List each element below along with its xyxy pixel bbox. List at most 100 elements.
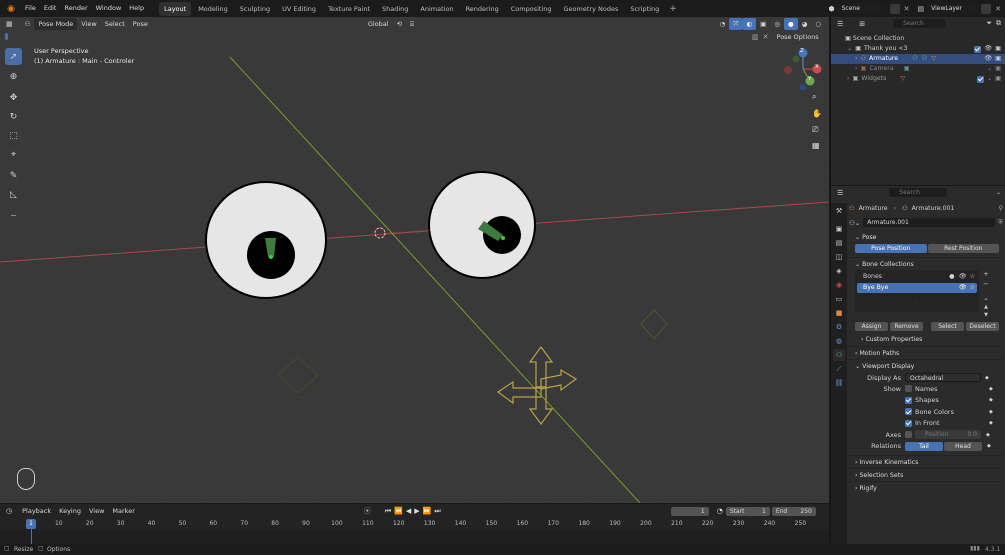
select-invert-icon[interactable] — [17, 33, 21, 40]
filter-icon[interactable]: ⏷ — [986, 19, 992, 28]
timeline-editor-icon[interactable]: ◷ — [6, 507, 12, 515]
overlay-toggle-icon[interactable]: ◐ — [742, 17, 757, 30]
tab-geometry-nodes[interactable]: Geometry Nodes — [559, 2, 624, 16]
scene-close-icon[interactable]: ✕ — [904, 5, 910, 13]
data-block-name-field[interactable]: Armature.001 — [863, 218, 996, 227]
visibility-eye-icon[interactable]: 👁 — [959, 272, 967, 282]
record-icon[interactable]: ⦿ — [364, 506, 371, 516]
annotate-tool-icon[interactable]: ✎ — [5, 167, 22, 184]
camera-view-icon[interactable]: ⎚ — [812, 125, 818, 135]
select-box-tool-icon[interactable]: ➚ — [5, 48, 22, 65]
scene-copy-icon[interactable] — [889, 3, 900, 14]
frame-ruler[interactable]: 1102030405060708090100110120130140150160… — [0, 519, 829, 530]
modifier-tab-icon[interactable]: ⚙ — [833, 321, 845, 333]
list-item[interactable]: Bye Bye 👁 ☆ — [857, 283, 977, 293]
select-extend-icon[interactable] — [9, 33, 13, 40]
menu-playback[interactable]: Playback — [18, 505, 55, 517]
pose-section-header[interactable]: ⌄ Pose — [849, 231, 1003, 244]
move-tool-icon[interactable]: ✥ — [5, 89, 22, 106]
visibility-eye-icon[interactable]: ⌄ — [987, 64, 992, 74]
exclude-checkbox[interactable] — [974, 45, 982, 53]
outliner-search[interactable]: Search — [893, 19, 946, 28]
keyframe-dot-icon[interactable]: ◆ — [989, 420, 993, 426]
render-tab-icon[interactable]: ▣ — [833, 223, 845, 235]
shading-solid-icon[interactable]: ● — [783, 17, 798, 30]
deselect-button[interactable]: Deselect — [966, 322, 999, 331]
properties-search[interactable]: Search — [889, 188, 948, 197]
collection-tab-icon[interactable]: ▭ — [833, 293, 845, 305]
motion-paths-section-header[interactable]: › Motion Paths — [849, 346, 1003, 359]
bone-tab-icon[interactable]: ⟋ — [833, 363, 845, 375]
cursor-tool-icon[interactable]: ⊕ — [5, 68, 22, 85]
list-item[interactable]: Bones ● 👁 ☆ — [857, 272, 977, 282]
properties-options-icon[interactable]: ⌄ — [996, 189, 1001, 196]
assign-button[interactable]: Assign — [855, 322, 888, 331]
bone-size-tool-icon[interactable]: ⌣ — [5, 207, 22, 224]
add-collection-icon[interactable]: + — [983, 270, 988, 278]
pivot-icon[interactable]: ⟲ — [393, 18, 406, 30]
tree-scene-collection[interactable]: ▣ Scene Collection — [831, 34, 1005, 44]
expand-icon[interactable]: › — [855, 54, 857, 64]
pan-hand-icon[interactable]: ✋ — [812, 109, 822, 118]
bone-collections-list[interactable]: Bones ● 👁 ☆ Bye Bye 👁 ☆ ∷ — [855, 270, 979, 312]
move-up-icon[interactable]: ▲ — [984, 304, 988, 310]
menu-marker[interactable]: Marker — [108, 505, 138, 517]
pin-icon[interactable]: ⚲ — [998, 205, 1003, 212]
tab-texture-paint[interactable]: Texture Paint — [323, 2, 375, 16]
timeline-body[interactable] — [0, 530, 829, 544]
relations-tail-button[interactable]: Tail — [905, 441, 943, 451]
pose-position-button[interactable]: Pose Position — [855, 244, 927, 253]
shading-rendered-icon[interactable]: ○ — [811, 18, 825, 30]
menu-render[interactable]: Render — [60, 0, 91, 17]
in-front-checkbox[interactable] — [905, 419, 912, 427]
view-layer-close-icon[interactable]: ✕ — [995, 5, 1001, 13]
measure-tool-icon[interactable]: ◺ — [5, 186, 22, 203]
render-camera-icon[interactable]: ▣ — [995, 44, 1001, 54]
menu-select[interactable]: Select — [101, 18, 129, 30]
tab-sculpting[interactable]: Sculpting — [235, 2, 275, 16]
menu-file[interactable]: File — [21, 0, 40, 17]
start-frame-field[interactable]: Start 1 — [725, 506, 770, 516]
playhead[interactable]: 1 — [26, 519, 36, 529]
xray-icon[interactable]: ▣ — [756, 18, 770, 30]
custom-properties-subsection[interactable]: › Custom Properties — [849, 333, 1003, 346]
armature-data-tab-icon[interactable]: ⚇ — [833, 349, 845, 361]
view-layer-copy-icon[interactable] — [981, 3, 992, 14]
area-divider-horizontal[interactable] — [831, 185, 1005, 186]
tab-compositing[interactable]: Compositing — [506, 2, 557, 16]
jump-start-icon[interactable]: ⏮ — [385, 507, 391, 516]
menu-timeline-view[interactable]: View — [85, 505, 108, 517]
properties-editor-icon[interactable]: ☰ — [837, 189, 843, 197]
bone-constraint-tab-icon[interactable]: ⛓ — [833, 377, 845, 389]
rigify-section-header[interactable]: › Rigify — [849, 481, 1003, 494]
render-camera-icon[interactable]: ▣ — [995, 74, 1001, 84]
tab-layout[interactable]: Layout — [159, 1, 192, 16]
keyframe-dot-icon[interactable]: ◆ — [985, 375, 989, 381]
axes-position-field[interactable]: Position 0.0 — [915, 430, 981, 440]
scene-field[interactable]: Scene — [837, 3, 886, 14]
axes-checkbox[interactable] — [905, 431, 912, 439]
properties-editor[interactable]: ☰ Search ⌄ ⚒ ▣ ▤ ◫ ◈ ◉ ▭ ■ ⚙ ◍ ⚇ ⟋ ⛓ ⚇ A… — [831, 186, 1005, 544]
solo-star-icon[interactable]: ☆ — [969, 283, 975, 293]
tree-camera[interactable]: › ▣ Camera ▣ ⌄ ▣ — [831, 64, 1005, 74]
play-reverse-icon[interactable]: ◀ — [406, 507, 411, 515]
snap-icon[interactable]: ⌸ — [406, 18, 418, 30]
orientation-dropdown[interactable]: Global — [364, 18, 393, 30]
bone-collections-section-header[interactable]: ⌄ Bone Collections — [849, 257, 1003, 270]
visibility-eye-icon[interactable]: 👁 — [984, 54, 992, 64]
editor-type-icon[interactable]: ▦ — [6, 20, 13, 28]
relations-head-button[interactable]: Head — [944, 441, 982, 451]
select-new-icon[interactable] — [5, 33, 9, 40]
display-as-dropdown[interactable]: Octahedral — [905, 373, 981, 382]
visibility-icon[interactable]: ◔ — [716, 18, 730, 30]
shading-wireframe-icon[interactable]: ◎ — [770, 18, 784, 30]
names-checkbox[interactable] — [905, 385, 912, 393]
3d-viewport[interactable]: Z X Y ▦ ⚇ Pose Mode View Select Pose Glo… — [0, 17, 829, 503]
end-frame-field[interactable]: End 250 — [771, 506, 816, 516]
bone-colors-checkbox[interactable] — [905, 408, 912, 416]
tab-uv-editing[interactable]: UV Editing — [277, 2, 321, 16]
display-mode-icon[interactable]: ⊞ — [859, 20, 865, 28]
ortho-toggle-icon[interactable]: ▦ — [812, 141, 820, 150]
select-button[interactable]: Select — [931, 322, 964, 331]
new-collection-icon[interactable]: ⧉ — [996, 19, 1001, 28]
